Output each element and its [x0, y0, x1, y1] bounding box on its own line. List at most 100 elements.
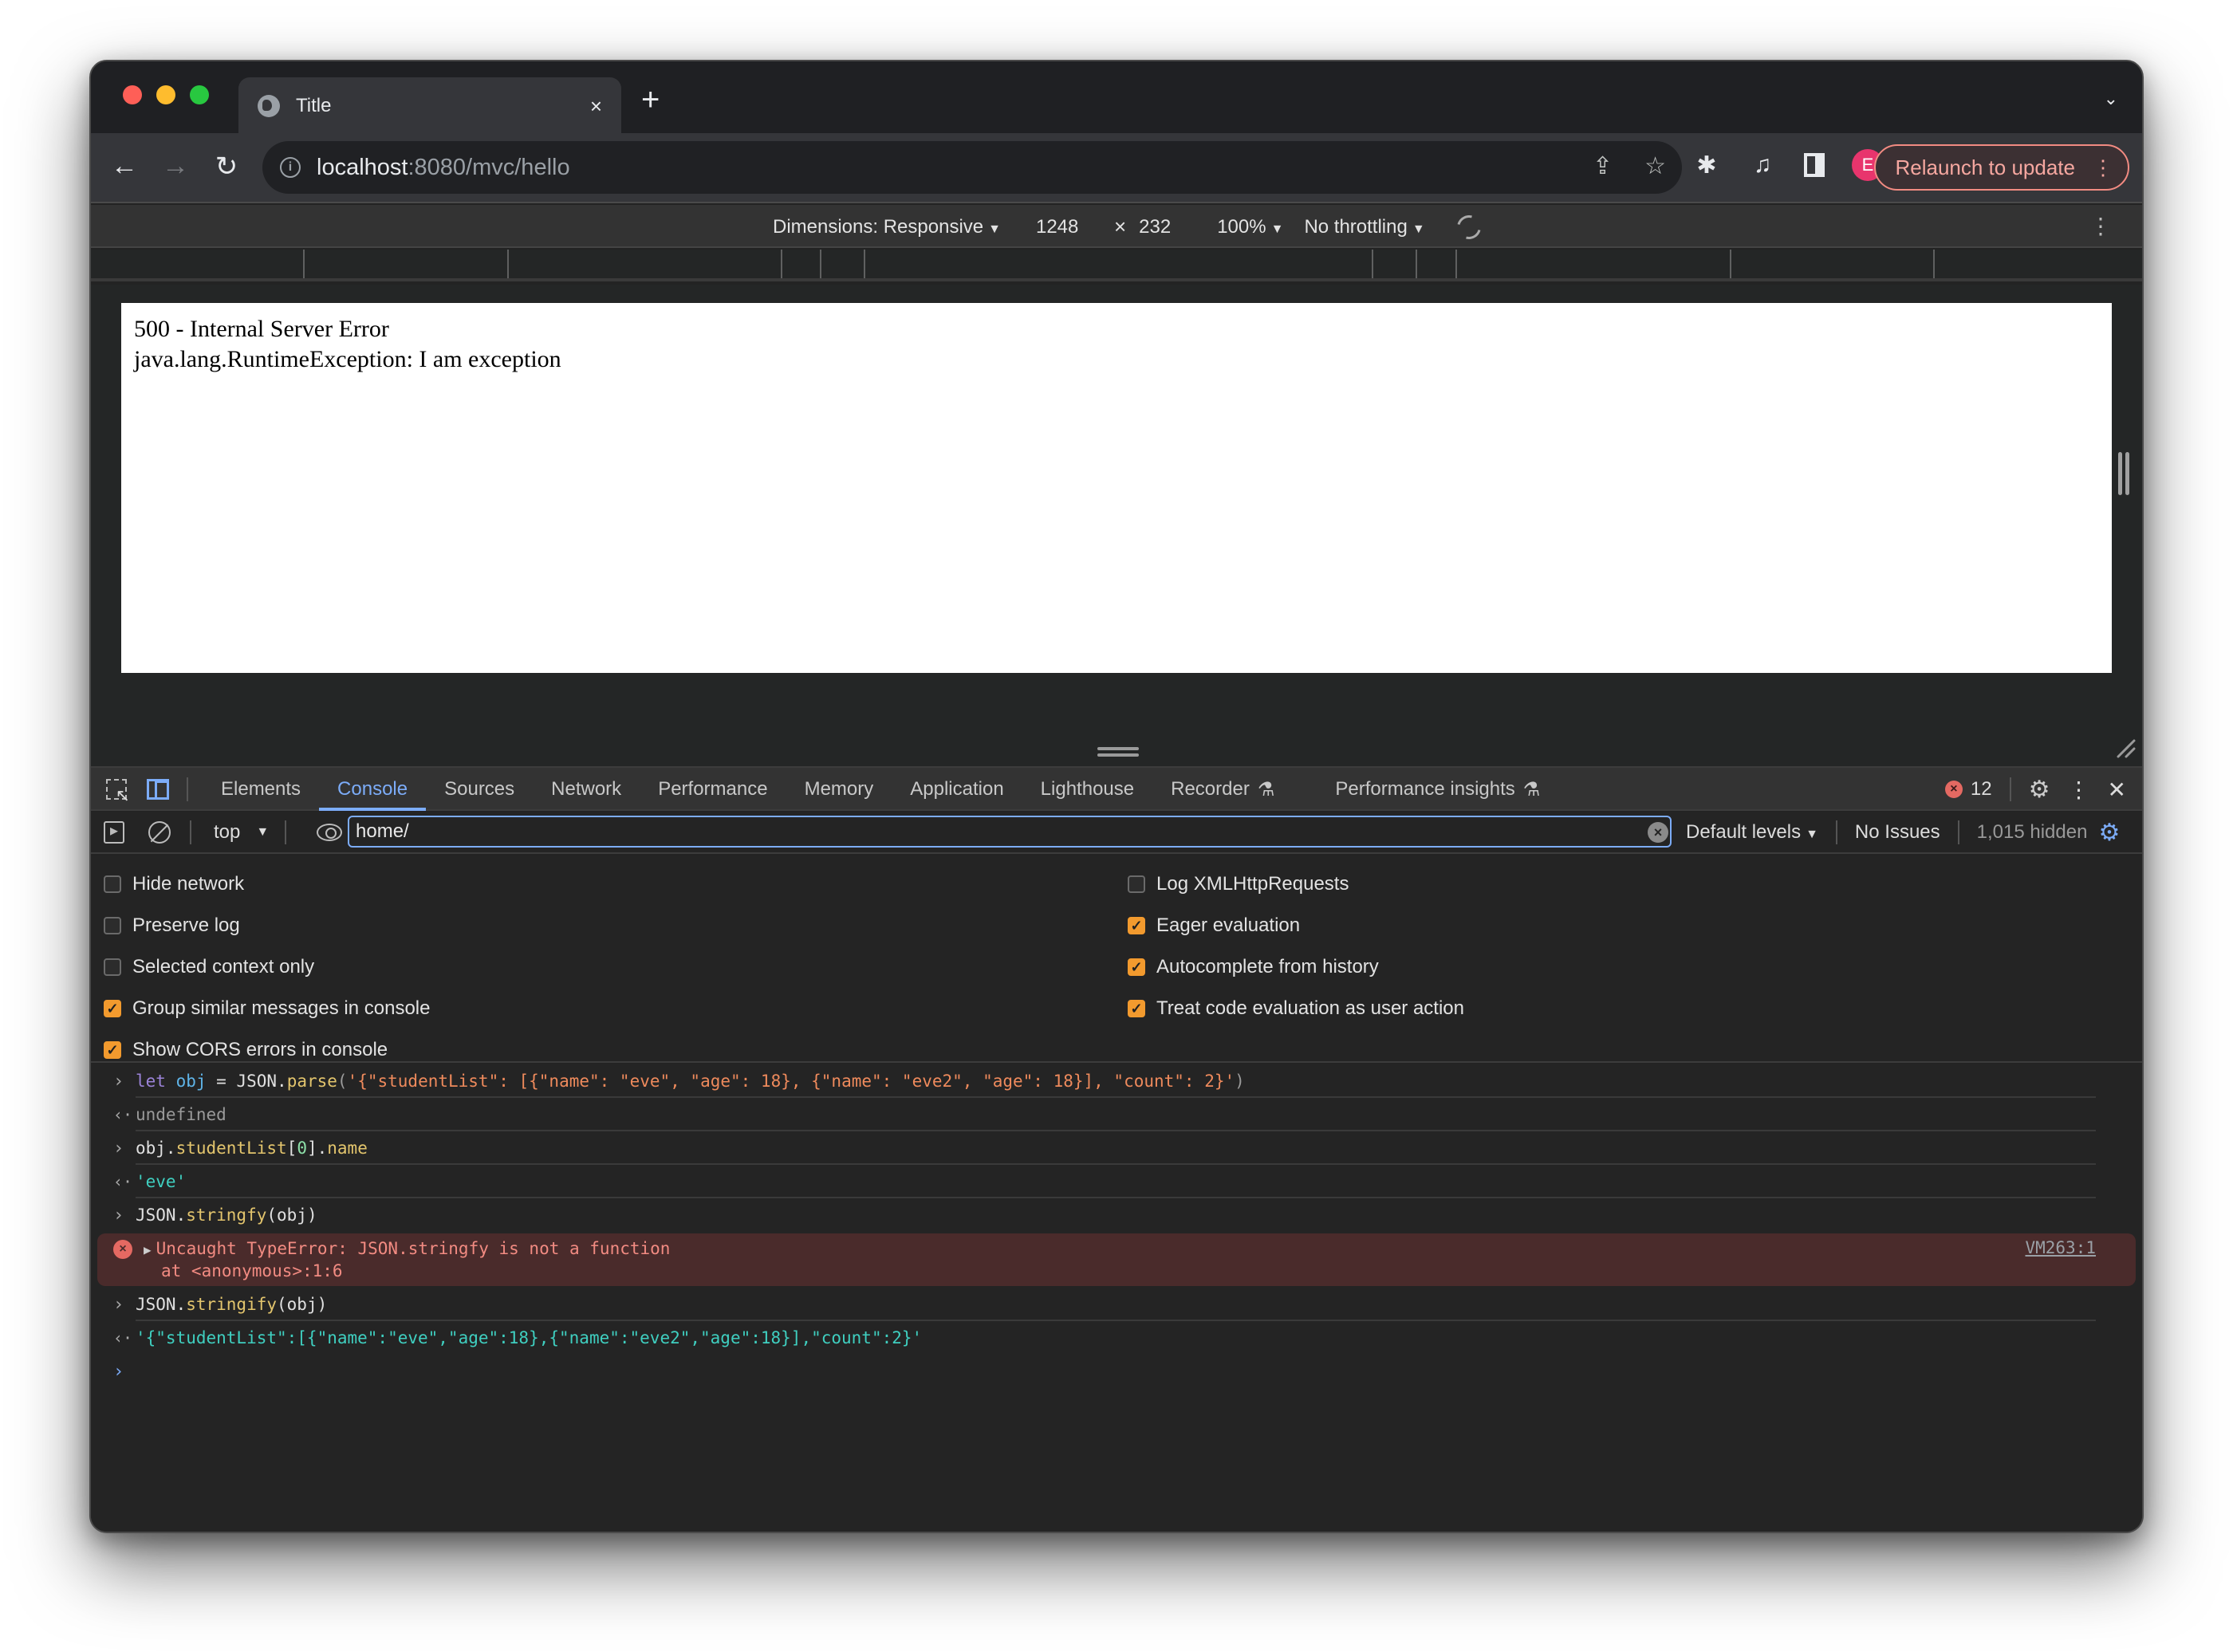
- console-result-row: ‹· 'eve': [91, 1165, 2096, 1198]
- setting-treat-eval-user-action[interactable]: ✓ Treat code evaluation as user action: [1128, 988, 1464, 1029]
- separator: [187, 777, 188, 801]
- checkbox-checked[interactable]: ✓: [1128, 958, 1145, 976]
- tab-application[interactable]: Application: [892, 768, 1022, 811]
- checkbox-checked[interactable]: ✓: [104, 1000, 121, 1017]
- clear-filter-icon[interactable]: ×: [1648, 822, 1668, 843]
- checkbox[interactable]: [104, 917, 121, 934]
- share-icon[interactable]: ⇪: [1593, 152, 1613, 180]
- media-query-marker[interactable]: [1933, 250, 1935, 278]
- media-query-marker[interactable]: [1416, 250, 1417, 278]
- close-window-button[interactable]: [123, 85, 142, 104]
- setting-preserve-log[interactable]: Preserve log: [104, 905, 431, 946]
- error-source-link[interactable]: VM263:1: [2025, 1238, 2096, 1257]
- clear-console-icon[interactable]: [148, 821, 171, 844]
- console-result-row: ‹· '{"studentList":[{"name":"eve","age":…: [91, 1321, 2096, 1355]
- zoom-select[interactable]: 100% ▼: [1217, 216, 1283, 238]
- bookmark-star-icon[interactable]: ☆: [1644, 152, 1666, 180]
- media-query-marker[interactable]: [781, 250, 782, 278]
- side-panel-icon[interactable]: [1804, 153, 1825, 177]
- throttling-select[interactable]: No throttling ▼: [1304, 216, 1424, 238]
- media-control-icon[interactable]: ♫: [1748, 151, 1777, 179]
- tab-lighthouse[interactable]: Lighthouse: [1022, 768, 1152, 811]
- tab-memory[interactable]: Memory: [786, 768, 892, 811]
- relaunch-to-update-button[interactable]: Relaunch to update ⋮: [1874, 144, 2129, 191]
- tab-elements[interactable]: Elements: [203, 768, 319, 811]
- console-settings-gear-icon[interactable]: ⚙: [2098, 819, 2120, 847]
- browser-tab[interactable]: Title ×: [238, 77, 621, 135]
- dimensions-select[interactable]: Dimensions: Responsive ▼: [773, 216, 1001, 238]
- media-query-marker[interactable]: [1455, 250, 1457, 278]
- issues-button[interactable]: No Issues: [1855, 821, 1940, 844]
- extensions-puzzle-icon[interactable]: ✱: [1692, 151, 1721, 179]
- checkbox[interactable]: [104, 875, 121, 893]
- console-prompt-input[interactable]: ›: [91, 1355, 2096, 1388]
- back-button[interactable]: ←: [108, 151, 140, 182]
- media-query-marker[interactable]: [303, 250, 305, 278]
- forward-button[interactable]: →: [160, 151, 191, 182]
- error-icon: ×: [113, 1240, 132, 1259]
- code-paren: (: [337, 1072, 348, 1091]
- devtools-more-icon[interactable]: ⋮: [2068, 777, 2090, 803]
- live-expression-eye-icon[interactable]: [317, 824, 343, 841]
- setting-eager-evaluation[interactable]: ✓ Eager evaluation: [1128, 905, 1464, 946]
- height-input[interactable]: 232: [1139, 216, 1171, 238]
- height-resize-handle[interactable]: [1097, 747, 1139, 758]
- more-vert-icon[interactable]: ⋮: [2093, 155, 2113, 180]
- media-query-marker[interactable]: [507, 250, 509, 278]
- device-toolbar-toggle[interactable]: [145, 777, 171, 802]
- dimension-separator: ×: [1113, 214, 1127, 238]
- width-input[interactable]: 1248: [1036, 216, 1092, 238]
- new-tab-button[interactable]: +: [641, 84, 660, 116]
- rotate-icon[interactable]: [1452, 210, 1486, 243]
- tab-search-chevron-icon[interactable]: ⌄: [2104, 88, 2118, 109]
- checkbox-checked[interactable]: ✓: [1128, 917, 1145, 934]
- code-bracket: [: [286, 1139, 297, 1158]
- log-levels-select[interactable]: Default levels ▼: [1686, 821, 1818, 844]
- site-info-icon[interactable]: i: [280, 157, 301, 178]
- console-sidebar-toggle-icon[interactable]: [104, 820, 124, 844]
- reload-button[interactable]: ↻: [211, 151, 242, 183]
- setting-log-xhr[interactable]: Log XMLHttpRequests: [1128, 863, 1464, 905]
- checkbox[interactable]: [1128, 875, 1145, 893]
- tab-sources[interactable]: Sources: [426, 768, 533, 811]
- tab-close-icon[interactable]: ×: [590, 94, 602, 119]
- tab-performance[interactable]: Performance: [640, 768, 786, 811]
- maximize-window-button[interactable]: [190, 85, 209, 104]
- code-property: name: [327, 1139, 368, 1158]
- close-devtools-icon[interactable]: ✕: [2108, 777, 2126, 803]
- console-output: › let obj = JSON. parse('{"studentList": …: [91, 1064, 2142, 1532]
- media-query-marker[interactable]: [1372, 250, 1373, 278]
- setting-hide-network[interactable]: Hide network: [104, 863, 431, 905]
- width-resize-handle[interactable]: [2118, 452, 2131, 495]
- error-count-badge[interactable]: × 12: [1944, 778, 1992, 800]
- inspect-element-button[interactable]: [104, 777, 130, 806]
- flask-icon: ⚗: [1522, 778, 1541, 800]
- address-bar[interactable]: i localhost :8080/mvc/hello ⇪ ☆: [262, 141, 1682, 194]
- media-query-bar[interactable]: [91, 250, 2142, 281]
- result-value: 'eve': [136, 1172, 187, 1191]
- checkbox[interactable]: [104, 958, 121, 976]
- media-query-marker[interactable]: [1730, 250, 1731, 278]
- tab-console[interactable]: Console: [319, 768, 427, 811]
- setting-group-similar[interactable]: ✓ Group similar messages in console: [104, 988, 431, 1029]
- tab-network[interactable]: Network: [533, 768, 640, 811]
- device-toolbar-more-icon[interactable]: ⋮: [2089, 213, 2112, 239]
- context-select[interactable]: top ▼: [214, 821, 269, 844]
- corner-resize-handle[interactable]: [2115, 738, 2136, 758]
- tab-performance-insights[interactable]: Performance insights ⚗: [1317, 768, 1558, 811]
- expand-triangle-icon[interactable]: ▶: [144, 1242, 152, 1257]
- tab-recorder[interactable]: Recorder ⚗: [1152, 768, 1293, 811]
- setting-autocomplete-history[interactable]: ✓ Autocomplete from history: [1128, 946, 1464, 988]
- checkbox-checked[interactable]: ✓: [104, 1041, 121, 1059]
- media-query-marker[interactable]: [820, 250, 821, 278]
- console-error-message[interactable]: × ▶ Uncaught TypeError: JSON.stringfy is …: [97, 1233, 2136, 1286]
- setting-label: Show CORS errors in console: [132, 1039, 388, 1060]
- console-filter-input[interactable]: [348, 816, 1672, 848]
- separator: [1835, 820, 1837, 844]
- checkbox-checked[interactable]: ✓: [1128, 1000, 1145, 1017]
- page-content: 500 - Internal Server Error java.lang.Ru…: [121, 303, 2112, 673]
- setting-selected-context-only[interactable]: Selected context only: [104, 946, 431, 988]
- minimize-window-button[interactable]: [156, 85, 175, 104]
- settings-gear-icon[interactable]: ⚙: [2029, 776, 2050, 804]
- media-query-marker[interactable]: [864, 250, 865, 278]
